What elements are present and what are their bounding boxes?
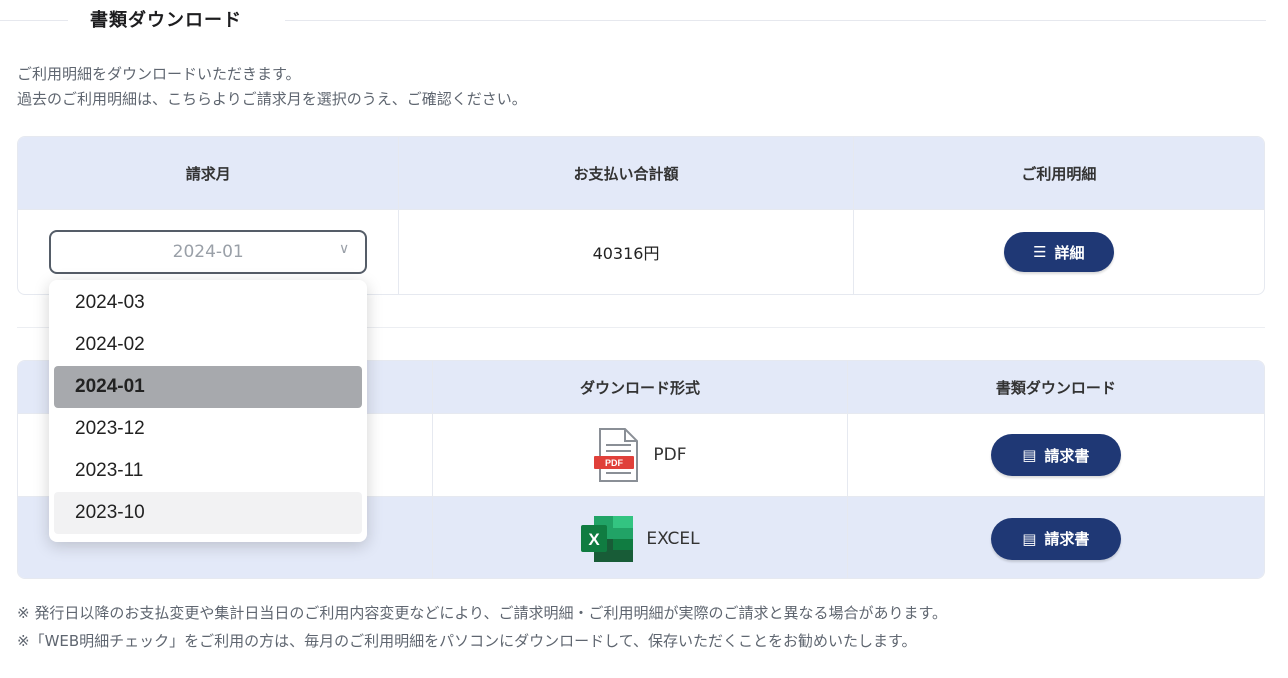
details-cell: ☰ 詳細	[854, 210, 1264, 294]
format-pdf: PDF PDF	[593, 427, 687, 483]
format-cell: X EXCEL	[433, 497, 848, 578]
note-line-2: ※「WEB明細チェック」をご利用の方は、毎月のご利用明細をパソコンにダウンロード…	[17, 632, 917, 650]
header-total-amount: お支払い合計額	[399, 137, 854, 209]
document-icon: ▤	[1022, 446, 1037, 464]
format-label: EXCEL	[646, 528, 700, 549]
header-download-format: ダウンロード形式	[433, 361, 848, 413]
header-document-download: 書類ダウンロード	[995, 378, 1116, 397]
detail-button-label: 詳細	[1054, 243, 1085, 262]
billing-summary-table: 請求月 お支払い合計額 ご利用明細 2024-01 ∨ 40316円 ☰ 詳細	[17, 136, 1265, 295]
intro-text: ご利用明細をダウンロードいただきます。 過去のご利用明細は、こちらよりご請求月を…	[17, 62, 527, 112]
billing-month-select[interactable]: 2024-01 ∨	[49, 230, 368, 274]
excel-file-icon: X	[581, 515, 634, 562]
header-rule-left	[0, 20, 68, 21]
invoice-button-label: 請求書	[1044, 530, 1090, 548]
invoice-download-button[interactable]: ▤ 請求書	[990, 517, 1121, 560]
section-title: 書類ダウンロード	[90, 10, 242, 31]
download-cell: ▤ 請求書	[848, 497, 1264, 578]
header-rule-right	[285, 20, 1266, 21]
invoice-button-label: 請求書	[1044, 446, 1090, 465]
header-billing-month: 請求月	[18, 137, 400, 209]
svg-text:PDF: PDF	[605, 458, 624, 468]
table-header-row: 請求月 お支払い合計額 ご利用明細	[18, 137, 1264, 210]
download-cell: ▤ 請求書	[848, 414, 1264, 496]
svg-text:X: X	[589, 530, 601, 549]
note-line-1: ※ 発行日以降のお支払変更や集計日当日のご利用内容変更などにより、ご請求明細・ご…	[17, 604, 947, 622]
chevron-down-icon: ∨	[338, 241, 350, 257]
format-excel: X EXCEL	[580, 515, 700, 563]
month-dropdown-list[interactable]: 2024-03 2024-02 2024-01 2023-12 2023-11 …	[49, 280, 367, 542]
dropdown-option[interactable]: 2023-11	[54, 450, 362, 492]
dropdown-option-selected[interactable]: 2024-01	[54, 366, 362, 408]
pdf-file-icon: PDF	[594, 428, 639, 482]
total-amount-cell: 40316円	[399, 210, 854, 294]
intro-line-1: ご利用明細をダウンロードいただきます。	[17, 65, 301, 83]
invoice-download-button[interactable]: ▤ 請求書	[990, 434, 1121, 476]
detail-button[interactable]: ☰ 詳細	[1003, 232, 1114, 272]
dropdown-option[interactable]: 2023-12	[54, 408, 362, 450]
section-header: 書類ダウンロード	[0, 0, 1266, 40]
format-cell: PDF PDF	[433, 414, 848, 496]
dropdown-option[interactable]: 2024-03	[54, 282, 362, 324]
select-value: 2024-01	[172, 242, 244, 262]
document-icon: ▤	[1022, 529, 1037, 548]
total-amount: 40316円	[592, 244, 660, 263]
dropdown-option[interactable]: 2024-02	[54, 324, 362, 366]
dropdown-option-hovered[interactable]: 2023-10	[54, 492, 362, 534]
list-icon: ☰	[1033, 243, 1047, 261]
format-label: PDF	[653, 445, 687, 465]
header-usage-details: ご利用明細	[1021, 164, 1097, 183]
intro-line-2: 過去のご利用明細は、こちらよりご請求月を選択のうえ、ご確認ください。	[17, 90, 527, 108]
notes: ※ 発行日以降のお支払変更や集計日当日のご利用内容変更などにより、ご請求明細・ご…	[17, 599, 947, 655]
